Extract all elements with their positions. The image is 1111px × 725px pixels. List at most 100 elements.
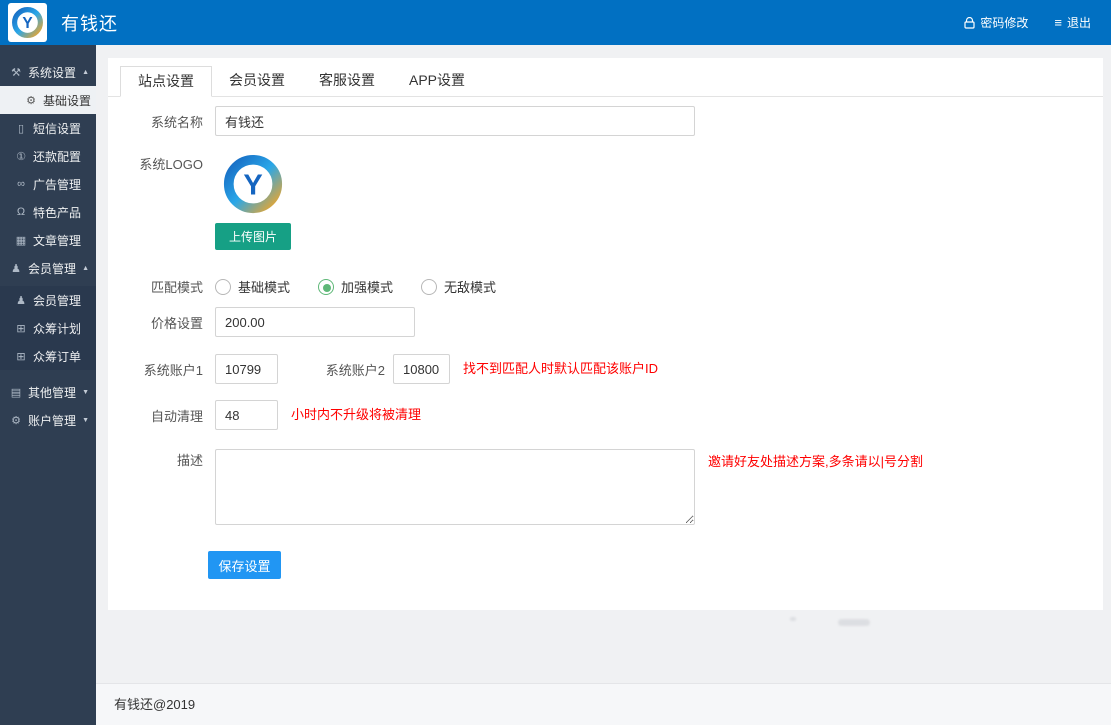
sidebar-item-label: 众筹计划	[33, 320, 81, 337]
tab-member-settings[interactable]: 会员设置	[212, 66, 302, 96]
auto-clean-hint: 小时内不升级将被清理	[291, 400, 421, 430]
footer-copyright: 有钱还@2019	[114, 697, 195, 712]
header-actions: 密码修改 ≡ 退出	[964, 14, 1111, 31]
sidebar-item-article-management[interactable]: ▦ 文章管理	[0, 226, 96, 254]
caret-down-icon: ▼	[82, 417, 89, 424]
blocks-icon: ⊞	[14, 350, 28, 363]
system-name-label: 系统名称	[108, 112, 203, 131]
save-settings-button[interactable]: 保存设置	[208, 551, 281, 579]
sidebar-item-label: 文章管理	[33, 232, 81, 249]
tab-site-settings[interactable]: 站点设置	[120, 66, 212, 97]
sidebar-item-label: 短信设置	[33, 120, 81, 137]
gear-icon: ⚙	[24, 94, 38, 107]
app-logo-icon: Y	[11, 6, 44, 39]
change-password-label: 密码修改	[980, 14, 1028, 31]
caret-up-icon: ▲	[82, 69, 89, 76]
user-icon: ♟	[9, 262, 23, 275]
system-name-row: 系统名称	[108, 106, 1103, 136]
gear-icon: ⚙	[9, 414, 23, 427]
save-row: 保存设置	[108, 551, 1103, 579]
sidebar-item-label: 会员管理	[28, 260, 76, 277]
sidebar-item-crowdfund-orders[interactable]: ⊞ 众筹订单	[0, 342, 96, 370]
price-input[interactable]	[215, 307, 415, 337]
tools-icon: ⚒	[9, 66, 23, 79]
link-icon: ∞	[14, 178, 28, 190]
account2-label: 系统账户2	[323, 360, 385, 379]
account2-input[interactable]	[393, 354, 450, 384]
radio-circle-icon	[421, 279, 437, 295]
grid-icon: ▦	[14, 234, 28, 247]
description-label: 描述	[108, 449, 203, 471]
auto-clean-row: 自动清理 小时内不升级将被清理	[108, 400, 1103, 430]
system-logo-row: 系统LOGO Y 上传图片	[108, 153, 1103, 250]
app-title: 有钱还	[61, 10, 118, 36]
caret-up-icon: ▲	[82, 265, 89, 272]
caret-down-icon: ▼	[82, 389, 89, 396]
auto-clean-input[interactable]	[215, 400, 278, 430]
sidebar-item-label: 众筹订单	[33, 348, 81, 365]
sidebar-item-member-management[interactable]: ♟ 会员管理	[0, 286, 96, 314]
tab-app-settings[interactable]: APP设置	[392, 66, 482, 96]
radio-basic-mode[interactable]: 基础模式	[215, 277, 290, 296]
app-logo: Y	[8, 3, 47, 42]
radio-enhanced-mode[interactable]: 加强模式	[318, 277, 393, 296]
radio-invincible-mode-label: 无敌模式	[444, 277, 496, 296]
account1-label: 系统账户1	[108, 360, 203, 379]
sidebar-item-label: 广告管理	[33, 176, 81, 193]
auto-clean-label: 自动清理	[108, 406, 203, 425]
logout-icon: ≡	[1054, 16, 1062, 29]
render-artifact	[790, 617, 796, 621]
sidebar-group-account-management[interactable]: ⚙ 账户管理 ▼	[0, 406, 96, 434]
sidebar-group-other-management[interactable]: ▤ 其他管理 ▼	[0, 378, 96, 406]
render-artifact	[838, 619, 870, 626]
description-textarea[interactable]	[215, 449, 695, 525]
phone-icon: ▯	[14, 122, 28, 135]
sidebar-item-label: 会员管理	[33, 292, 81, 309]
radio-circle-checked-icon	[318, 279, 334, 295]
system-name-input[interactable]	[215, 106, 695, 136]
svg-text:Y: Y	[22, 15, 33, 32]
top-header: Y 有钱还 密码修改 ≡ 退出	[0, 0, 1111, 45]
system-accounts-row: 系统账户1 系统账户2 找不到匹配人时默认匹配该账户ID	[108, 354, 1103, 384]
price-row: 价格设置	[108, 307, 1103, 337]
footer: 有钱还@2019	[96, 683, 1111, 725]
sidebar-item-label: 其他管理	[28, 384, 76, 401]
blocks-icon: ⊞	[14, 322, 28, 335]
svg-text:Y: Y	[243, 170, 262, 202]
radio-circle-icon	[215, 279, 231, 295]
logout-button[interactable]: ≡ 退出	[1054, 14, 1091, 31]
user-icon: ♟	[14, 294, 28, 307]
settings-card: 站点设置 会员设置 客服设置 APP设置 系统名称 系统LOGO	[108, 58, 1103, 610]
doc-icon: ▤	[9, 386, 23, 399]
accounts-hint: 找不到匹配人时默认匹配该账户ID	[463, 354, 658, 384]
tab-support-settings[interactable]: 客服设置	[302, 66, 392, 96]
upload-image-button[interactable]: 上传图片	[215, 223, 291, 250]
sidebar-group-system-settings[interactable]: ⚒ 系统设置 ▲	[0, 58, 96, 86]
app-window: Y 有钱还 密码修改 ≡ 退出 ⚒ 系统设置 ▲ ⚙	[0, 0, 1111, 725]
sidebar-item-ad-management[interactable]: ∞ 广告管理	[0, 170, 96, 198]
sidebar-item-label: 基础设置	[43, 92, 91, 109]
sidebar-item-repayment-config[interactable]: ① 还款配置	[0, 142, 96, 170]
radio-invincible-mode[interactable]: 无敌模式	[421, 277, 496, 296]
sidebar-item-featured-products[interactable]: Ω 特色产品	[0, 198, 96, 226]
sidebar-item-label: 系统设置	[28, 64, 76, 81]
price-label: 价格设置	[108, 313, 203, 332]
sidebar-group-member-management[interactable]: ♟ 会员管理 ▲	[0, 254, 96, 282]
system-logo-label: 系统LOGO	[108, 153, 203, 175]
description-hint: 邀请好友处描述方案,多条请以|号分割	[708, 452, 923, 472]
sidebar-item-label: 特色产品	[33, 204, 81, 221]
account1-input[interactable]	[215, 354, 278, 384]
lock-icon	[964, 17, 975, 29]
circle-one-icon: ①	[14, 150, 28, 163]
match-mode-row: 匹配模式 基础模式 加强模式 无敌模式	[108, 277, 1103, 296]
change-password-button[interactable]: 密码修改	[964, 14, 1028, 31]
settings-tabs: 站点设置 会员设置 客服设置 APP设置	[108, 58, 1103, 97]
match-mode-label: 匹配模式	[108, 277, 203, 296]
site-settings-form: 系统名称 系统LOGO Y	[108, 97, 1103, 579]
radio-enhanced-mode-label: 加强模式	[341, 277, 393, 296]
sidebar-item-basic-settings[interactable]: ⚙ 基础设置	[0, 86, 96, 114]
description-row: 描述 邀请好友处描述方案,多条请以|号分割	[108, 449, 1103, 525]
sidebar-item-crowdfund-plan[interactable]: ⊞ 众筹计划	[0, 314, 96, 342]
sidebar-item-sms-settings[interactable]: ▯ 短信设置	[0, 114, 96, 142]
sidebar-item-label: 还款配置	[33, 148, 81, 165]
